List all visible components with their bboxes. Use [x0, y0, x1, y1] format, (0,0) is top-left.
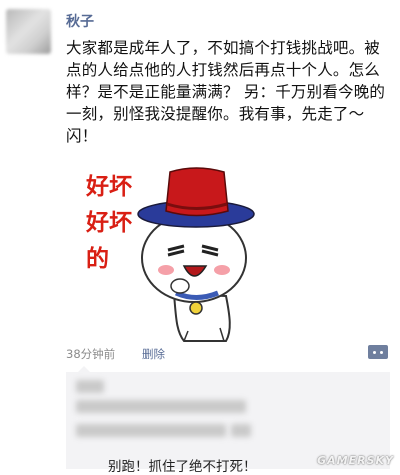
blurred-comment [76, 400, 246, 413]
post-text: 大家都是成年人了，不如搞个打钱挑战吧。被点的人给点他的人打钱然后再点十个人。怎么… [66, 39, 386, 145]
comment-row[interactable]: 别跑！抓住了绝不打死！ [108, 455, 257, 475]
author-name[interactable]: 秋子 [66, 11, 94, 31]
avatar[interactable] [6, 9, 51, 54]
svg-text:的: 的 [86, 245, 109, 272]
svg-text:好坏: 好坏 [85, 210, 132, 236]
blurred-comment [76, 424, 226, 437]
sticker-caption: 好坏 [85, 174, 132, 200]
comment-text: 别跑！抓住了绝不打死！ [108, 459, 257, 475]
delete-link[interactable]: 删除 [142, 346, 165, 362]
blurred-comment [76, 380, 104, 393]
sticker-image[interactable]: 好坏 好坏 的 [84, 156, 264, 344]
watermark: GAMERSKY [317, 454, 394, 467]
comment-menu-icon[interactable] [368, 345, 388, 359]
post-time: 38分钟前 [66, 347, 116, 361]
blurred-comment [231, 424, 251, 437]
